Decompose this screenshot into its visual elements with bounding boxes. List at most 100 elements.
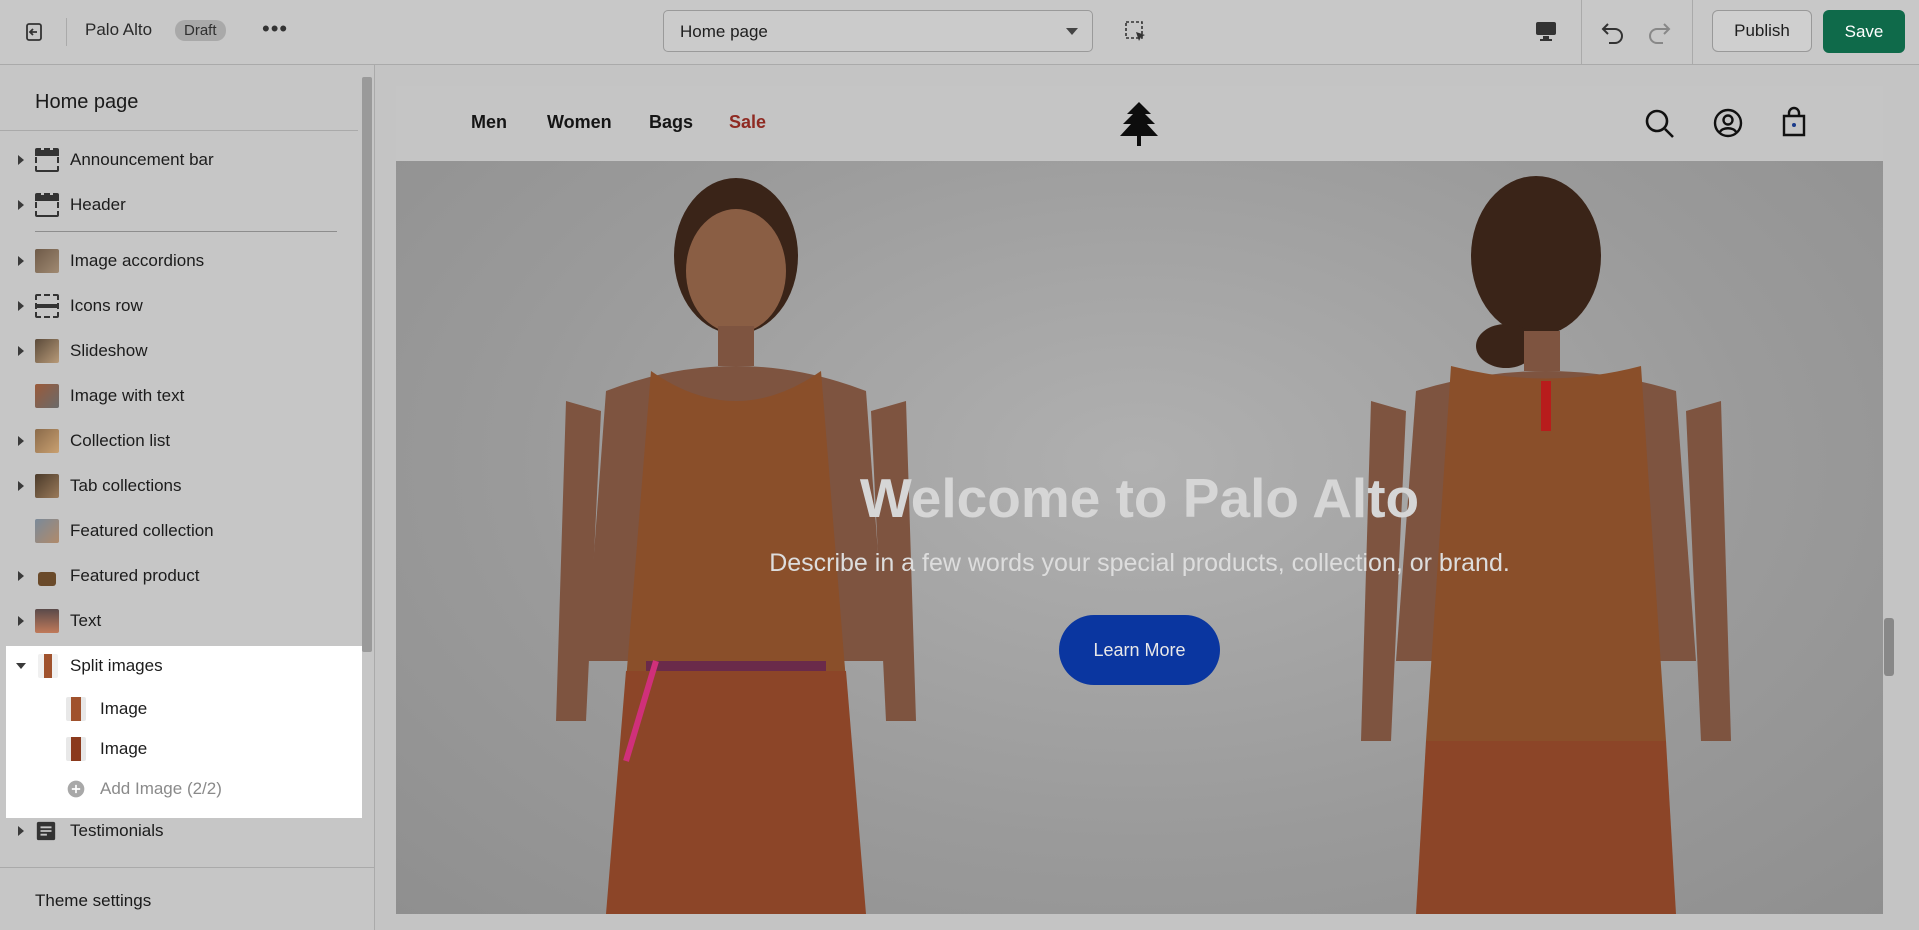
section-thumbnail-icon [38,654,58,678]
cart-icon[interactable] [1780,106,1808,138]
add-circle-icon [67,780,85,798]
page-selector[interactable]: Home page [663,10,1093,52]
sidebar-item-icons-row[interactable]: Icons row [0,289,358,323]
inspector-button[interactable] [1124,20,1148,49]
nav-link-bags[interactable]: Bags [649,112,693,133]
chevron-right-icon [18,436,24,446]
block-item-label: Image [100,699,148,718]
divider [1581,0,1582,64]
exit-icon [26,23,42,41]
hero-subtitle: Describe in a few words your special pro… [769,549,1510,577]
sidebar-item-label: Split images [70,656,163,675]
top-bar: Palo Alto Draft ••• Home page Publish Sa… [0,0,1919,65]
chevron-down-icon [1066,28,1078,35]
theme-settings-link[interactable]: Theme settings [35,891,151,911]
chevron-right-icon [18,256,24,266]
divider [0,130,358,131]
sidebar-item-text[interactable]: Text [0,604,358,638]
sidebar-item-split-images[interactable]: Split images [0,649,358,683]
block-item-image[interactable]: Image [0,732,358,766]
divider [35,231,337,232]
undo-icon [1601,23,1623,44]
chevron-right-icon [18,826,24,836]
store-header: Men Women Bags Sale [396,86,1883,161]
more-actions-button[interactable]: ••• [262,16,288,42]
sidebar-item-label: Slideshow [70,341,148,360]
chevron-right-icon [18,301,24,311]
redo-button[interactable] [1645,18,1673,51]
bag-thumbnail-icon [38,572,56,586]
block-item-label: Image [100,739,148,758]
preview-scrollbar[interactable] [1880,86,1894,914]
sidebar-item-label: Text [70,611,102,630]
image-thumbnail-icon [66,697,86,721]
tree-logo-icon [1120,102,1158,146]
divider [0,867,375,868]
select-cursor-icon [1125,21,1145,41]
chevron-right-icon [18,155,24,165]
hero-title: Welcome to Palo Alto [859,467,1420,529]
section-thumbnail-icon [35,339,59,363]
divider [1692,0,1693,64]
sidebar-item-header[interactable]: Header [0,188,358,222]
publish-button[interactable]: Publish [1712,10,1812,52]
sidebar-item-label: Icons row [70,296,143,315]
account-icon[interactable] [1712,107,1744,139]
sidebar-title: Home page [35,91,139,113]
nav-link-women[interactable]: Women [547,112,612,133]
sidebar-item-collection-list[interactable]: Collection list [0,424,358,458]
sidebar-item-label: Header [70,195,126,214]
sidebar-item-label: Image with text [70,386,185,405]
sidebar-item-tab-collections[interactable]: Tab collections [0,469,358,503]
sidebar-item-label: Testimonials [70,821,164,840]
sidebar-item-announcement-bar[interactable]: Announcement bar [0,143,358,177]
chevron-right-icon [18,200,24,210]
chevron-right-icon [18,571,24,581]
sidebar-item-testimonials[interactable]: Testimonials [0,814,358,848]
header-layout-icon [35,193,59,217]
add-image-button[interactable]: Add Image (2/2) [0,772,358,806]
search-icon[interactable] [1644,108,1676,140]
chevron-down-icon [16,663,26,669]
sidebar-item-label: Image accordions [70,251,205,270]
sidebar-item-image-with-text[interactable]: Image with text [0,379,358,413]
desktop-icon [1536,22,1556,41]
status-badge: Draft [175,20,226,41]
undo-button[interactable] [1599,18,1627,51]
sections-sidebar: Home page Announcement bar Header Image … [0,65,375,930]
storefront-preview: Men Women Bags Sale Welcome to Palo Alto… [396,86,1883,914]
add-image-label: Add Image (2/2) [100,779,222,798]
save-button[interactable]: Save [1823,10,1905,53]
layout-bar-icon [35,148,59,172]
model-back-image [1361,176,1731,914]
sidebar-item-featured-product[interactable]: Featured product [0,559,358,593]
sidebar-scroll-thumb[interactable] [362,77,372,652]
exit-button[interactable] [18,18,67,46]
section-thumbnail-icon [35,519,59,543]
sidebar-item-slideshow[interactable]: Slideshow [0,334,358,368]
model-front-image [556,178,916,914]
chevron-right-icon [18,616,24,626]
sidebar-item-label: Featured product [70,566,200,585]
learn-more-button[interactable]: Learn More [1059,615,1220,685]
store-name: Palo Alto [85,20,153,39]
block-item-image[interactable]: Image [0,692,358,726]
sidebar-item-image-accordions[interactable]: Image accordions [0,244,358,278]
section-thumbnail-icon [35,609,59,633]
nav-link-men[interactable]: Men [471,112,507,133]
chevron-right-icon [18,346,24,356]
section-thumbnail-icon [35,384,59,408]
sidebar-item-label: Featured collection [70,521,214,540]
nav-link-sale[interactable]: Sale [729,112,766,133]
store-logo[interactable] [1118,100,1160,153]
image-thumbnail-icon [66,737,86,761]
section-thumbnail-icon [35,474,59,498]
preview-scroll-thumb[interactable] [1884,618,1894,676]
hero-split-images [396,161,1883,914]
sidebar-item-label: Tab collections [70,476,182,495]
section-thumbnail-icon [35,429,59,453]
section-thumbnail-icon [35,249,59,273]
sidebar-item-featured-collection[interactable]: Featured collection [0,514,358,548]
device-preview-button[interactable] [1534,19,1558,48]
sidebar-item-label: Announcement bar [70,150,214,169]
